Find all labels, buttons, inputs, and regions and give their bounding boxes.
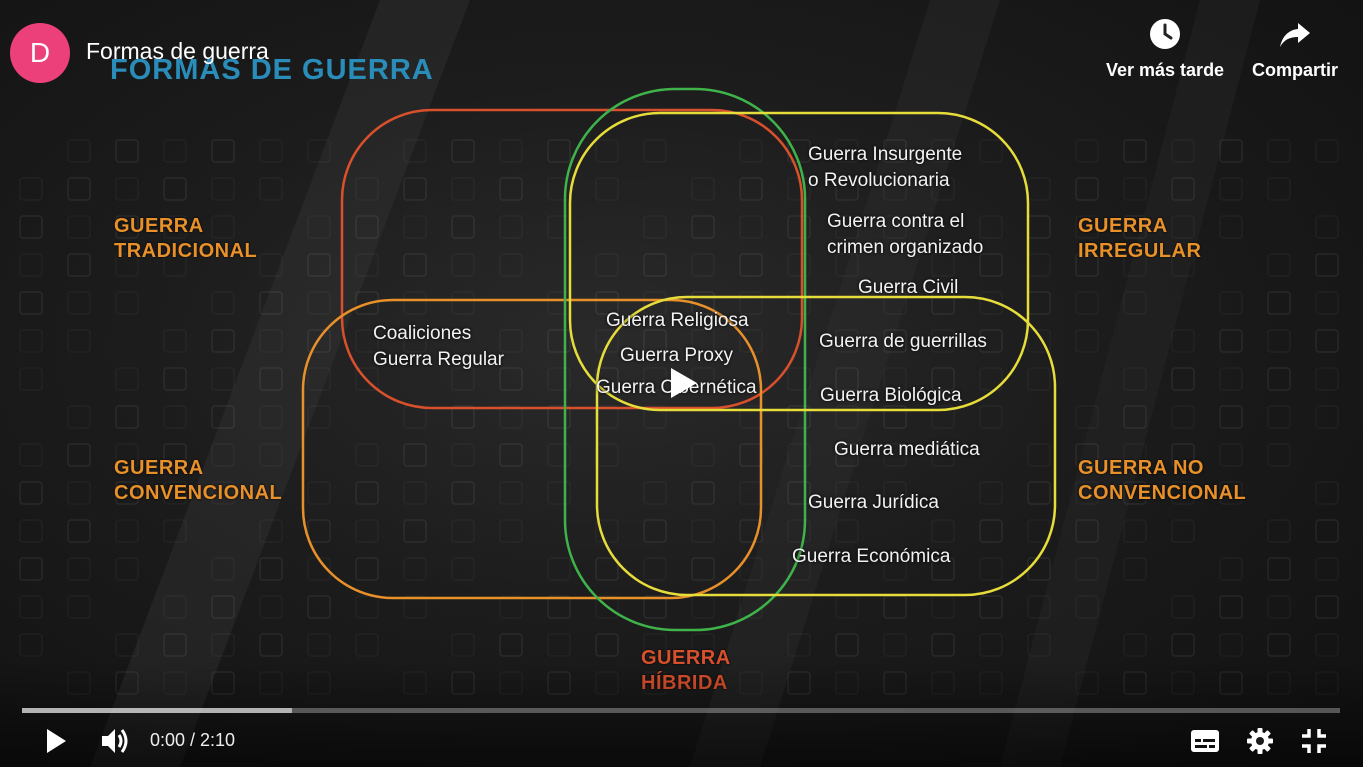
volume-button[interactable]	[96, 722, 136, 760]
center-play-button[interactable]	[661, 363, 707, 403]
item-economica: Guerra Económica	[792, 546, 951, 567]
subtitles-icon	[1191, 730, 1219, 752]
progress-buffered	[22, 708, 293, 713]
share-button[interactable]: Compartir	[1252, 18, 1338, 81]
share-label: Compartir	[1252, 60, 1339, 80]
play-icon	[47, 729, 66, 753]
exit-fullscreen-icon	[1302, 729, 1326, 753]
category-tradicional: GUERRA TRADICIONAL	[114, 215, 258, 262]
video-player[interactable]: D FORMAS DE GUERRA Formas de guerra Ver …	[0, 0, 1363, 767]
exit-fullscreen-button[interactable]	[1294, 722, 1334, 760]
watch-later-button[interactable]: Ver más tarde	[1106, 18, 1224, 81]
item-insurgente: Guerra Insurgente o Revolucionaria	[808, 144, 963, 191]
play-icon	[671, 368, 697, 398]
category-irregular: GUERRA IRREGULAR	[1078, 215, 1202, 262]
item-religiosa: Guerra Religiosa	[606, 310, 749, 331]
category-no-convencional: GUERRA NO CONVENCIONAL	[1078, 457, 1247, 504]
volume-icon	[102, 729, 128, 753]
item-coaliciones: Coaliciones Guerra Regular	[373, 323, 504, 370]
subtitles-button[interactable]	[1185, 722, 1225, 760]
avatar-letter: D	[29, 37, 51, 68]
item-civil: Guerra Civil	[858, 277, 959, 298]
play-button[interactable]	[36, 722, 76, 760]
item-juridica: Guerra Jurídica	[808, 492, 939, 513]
share-arrow-icon	[1280, 23, 1310, 47]
settings-button[interactable]	[1240, 722, 1280, 760]
item-guerrillas: Guerra de guerrillas	[819, 331, 987, 352]
watch-later-label: Ver más tarde	[1106, 60, 1225, 80]
gear-icon	[1247, 728, 1273, 754]
item-mediatica: Guerra mediática	[834, 439, 980, 460]
item-biologica: Guerra Biológica	[820, 385, 962, 406]
progress-bar[interactable]	[22, 708, 1340, 713]
video-title[interactable]: Formas de guerra	[86, 38, 269, 65]
clock-icon	[1150, 19, 1181, 49]
item-crimen: Guerra contra el crimen organizado	[827, 211, 984, 258]
category-convencional: GUERRA CONVENCIONAL	[114, 457, 283, 504]
channel-avatar[interactable]: D	[10, 23, 70, 83]
time-display: 0:00 / 2:10	[150, 730, 236, 750]
